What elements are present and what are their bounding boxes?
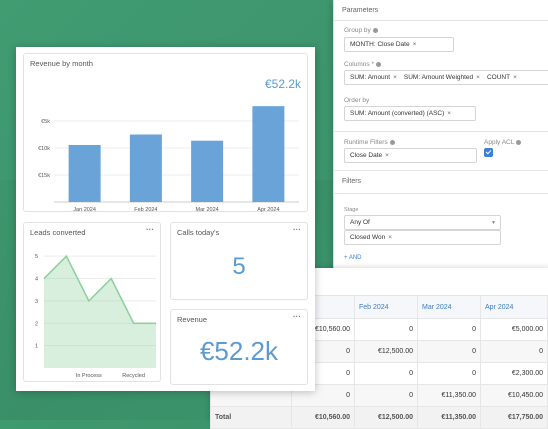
more-icon[interactable]: ··· <box>293 312 301 321</box>
stage-operator-value: Any Of <box>348 219 372 226</box>
bar-chart: €15k €10k €5k Jan 2024 Feb 2024 Mar 2024 Apr 2… <box>38 106 299 213</box>
chevron-down-icon: ▼ <box>491 219 496 226</box>
table-cell: €17,750.00 <box>480 406 548 429</box>
stage-label: Stage <box>344 207 359 213</box>
columns-chip[interactable]: SUM: Amount × <box>348 74 399 81</box>
remove-icon[interactable]: × <box>447 110 451 117</box>
add-and-link[interactable]: + AND <box>344 255 362 261</box>
table-cell: 0 <box>354 362 418 385</box>
apply-acl-checkbox[interactable] <box>484 148 493 157</box>
table-cell: €2,300.00 <box>480 362 548 385</box>
remove-icon[interactable]: × <box>393 74 397 81</box>
table-cell: 0 <box>417 362 481 385</box>
revenue-widget: Revenue ··· €52.2k <box>170 309 308 385</box>
more-icon[interactable]: ··· <box>293 225 301 234</box>
stage-value-chip[interactable]: Closed Won × <box>348 234 395 241</box>
table-cell: €10,560.00 <box>291 406 355 429</box>
x-tick-label: Feb 2024 <box>134 207 157 213</box>
table-cell: 0 <box>480 340 548 363</box>
info-icon <box>516 139 522 145</box>
x-tick-label: In Process <box>76 373 102 379</box>
y-tick-label: 3 <box>35 299 38 305</box>
area-fill <box>44 256 156 368</box>
info-icon <box>375 61 381 67</box>
divider <box>334 131 548 132</box>
table-cell: 0 <box>417 318 481 341</box>
info-icon <box>389 139 395 145</box>
y-tick-label: 2 <box>35 321 38 327</box>
dashboard: Revenue by month €52.2k €15k €10k €5k Jan 2… <box>16 47 315 391</box>
bar <box>129 134 162 202</box>
table-header[interactable]: Mar 2024 <box>417 295 481 319</box>
runtime-filters-label: Runtime Filters <box>344 139 395 146</box>
table-cell: €12,500.00 <box>354 406 418 429</box>
remove-icon[interactable]: × <box>385 152 389 159</box>
parameters-heading: Parameters <box>342 7 379 14</box>
info-icon <box>372 27 378 33</box>
table-header[interactable]: Feb 2024 <box>354 295 418 319</box>
x-tick-label: Jan 2024 <box>73 207 96 213</box>
widget-title: Calls today's <box>177 228 220 237</box>
divider <box>334 20 548 21</box>
divider <box>334 193 548 194</box>
bar <box>68 144 101 202</box>
table-total-row: Total €10,560.00 €12,500.00 €11,350.00 €… <box>210 406 548 429</box>
group-by-field[interactable]: MONTH: Close Date × <box>344 37 454 52</box>
table-cell: 0 <box>354 318 418 341</box>
stage-values-field[interactable]: Closed Won × <box>344 230 501 245</box>
table-cell: Total <box>210 406 292 429</box>
bar <box>252 106 285 202</box>
table-cell: €11,350.00 <box>417 406 481 429</box>
remove-icon[interactable]: × <box>413 41 417 48</box>
order-by-field[interactable]: SUM: Amount (converted) (ASC) × <box>344 106 476 121</box>
columns-chip[interactable]: SUM: Amount Weighted × <box>401 74 482 81</box>
area-chart: 1 2 3 4 5 In Process Recycled <box>35 254 156 379</box>
widget-title: Revenue <box>177 315 208 324</box>
remove-icon[interactable]: × <box>476 74 480 81</box>
calls-today-widget: Calls today's ··· 5 <box>170 222 308 300</box>
table-cell: €10,450.00 <box>480 384 548 407</box>
group-by-label: Group by <box>344 27 378 34</box>
y-tick-label: 4 <box>35 277 38 283</box>
y-tick-label: €15k <box>38 173 50 179</box>
runtime-filters-field[interactable]: Close Date × <box>344 148 477 163</box>
table-cell: €11,350.00 <box>417 384 481 407</box>
order-by-label: Order by <box>344 97 370 104</box>
order-by-chip[interactable]: SUM: Amount (converted) (ASC) × <box>348 110 454 117</box>
table-cell: 0 <box>417 340 481 363</box>
leads-converted-widget: Leads converted ··· 1 2 3 4 5 In Process Recyc… <box>23 222 161 382</box>
table-header[interactable]: Apr 2024 <box>480 295 548 319</box>
x-tick-label: Apr 2024 <box>257 207 279 213</box>
remove-icon[interactable]: × <box>388 234 392 241</box>
revenue-by-month-widget: Revenue by month €52.2k €15k €10k €5k Jan 2… <box>23 53 308 213</box>
filters-heading: Filters <box>342 178 362 185</box>
table-cell: €12,500.00 <box>354 340 418 363</box>
remove-icon[interactable]: × <box>513 74 517 81</box>
bar <box>191 140 224 202</box>
table-cell: €5,000.00 <box>480 318 548 341</box>
y-tick-label: €5k <box>41 119 50 125</box>
runtime-filter-chip[interactable]: Close Date × <box>348 152 391 159</box>
table-cell: 0 <box>354 384 418 407</box>
revenue-value: €52.2k <box>199 336 279 366</box>
columns-chip[interactable]: COUNT × <box>484 74 519 81</box>
group-by-chip[interactable]: MONTH: Close Date × <box>348 41 419 48</box>
calls-value: 5 <box>232 253 246 280</box>
columns-field[interactable]: SUM: Amount × SUM: Amount Weighted × COUNT… <box>344 70 548 85</box>
stage-operator-select[interactable]: Any Of ▼ <box>344 215 501 230</box>
x-tick-label: Mar 2024 <box>196 207 219 213</box>
y-tick-label: €10k <box>38 146 50 152</box>
divider <box>334 170 548 171</box>
parameters-panel: Parameters Group by MONTH: Close Date × C… <box>333 0 548 290</box>
y-tick-label: 5 <box>35 254 38 260</box>
columns-label: Columns * <box>344 61 381 68</box>
x-tick-label: Recycled <box>122 373 145 379</box>
y-tick-label: 1 <box>35 344 38 350</box>
apply-acl-label: Apply ACL <box>484 139 522 146</box>
